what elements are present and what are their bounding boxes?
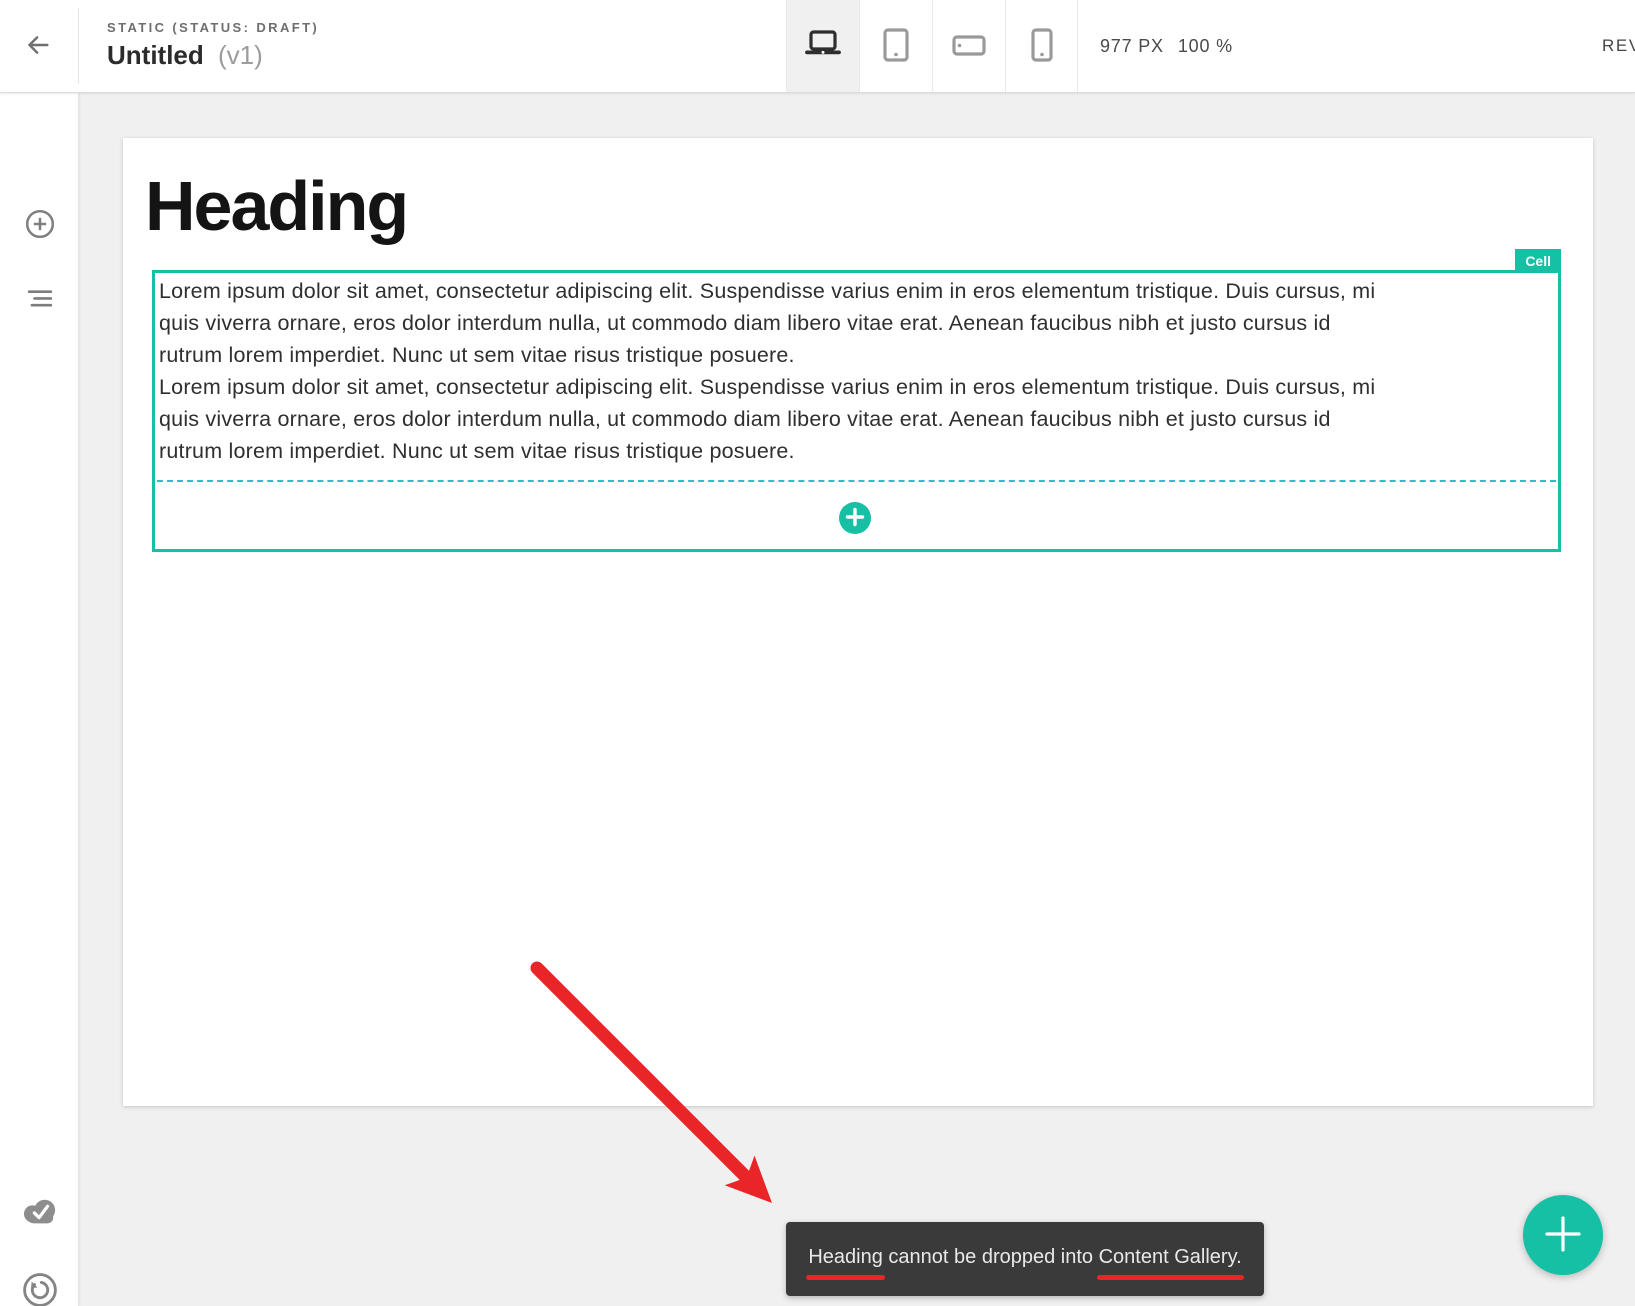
paragraph-line: Lorem ipsum dolor sit amet, consectetur … xyxy=(159,275,1554,307)
back-button[interactable] xyxy=(14,22,62,70)
cell-badge: Cell xyxy=(1515,249,1561,273)
plus-icon xyxy=(839,501,871,536)
page-canvas: Heading Cell Lorem ipsum dolor sit amet,… xyxy=(123,138,1593,1106)
review-button[interactable]: REVIEW xyxy=(1602,0,1635,92)
drop-error-snackbar: Heading cannot be dropped into Content G… xyxy=(786,1222,1264,1296)
viewport-zoom-info: 977 PX 100 % xyxy=(1100,0,1247,92)
tablet-portrait-icon xyxy=(876,25,916,68)
structure-lines-icon xyxy=(22,280,58,319)
undo-button[interactable] xyxy=(16,1267,64,1306)
device-phone-button[interactable] xyxy=(1005,0,1078,92)
topbar: STATIC (STATUS: DRAFT) Untitled (v1) xyxy=(0,0,1635,93)
add-circle-icon xyxy=(21,205,59,246)
document-info: STATIC (STATUS: DRAFT) Untitled (v1) xyxy=(107,20,319,71)
add-content-fab[interactable] xyxy=(1523,1195,1603,1275)
document-status-label: STATIC (STATUS: DRAFT) xyxy=(107,20,319,35)
zoom-level-value: 100 % xyxy=(1178,36,1233,57)
tablet-landscape-icon xyxy=(949,25,989,68)
device-tablet-landscape-button[interactable] xyxy=(932,0,1005,92)
document-version: (v1) xyxy=(218,40,263,70)
arrow-left-icon xyxy=(21,28,55,65)
paragraph-line: Lorem ipsum dolor sit amet, consectetur … xyxy=(159,371,1554,403)
cell-text-block[interactable]: Lorem ipsum dolor sit amet, consectetur … xyxy=(159,275,1554,467)
document-title-row: Untitled (v1) xyxy=(107,40,319,71)
paragraph-line: rutrum lorem imperdiet. Nunc ut sem vita… xyxy=(159,339,1554,371)
selected-cell[interactable]: Cell Lorem ipsum dolor sit amet, consect… xyxy=(152,270,1561,552)
sidebar xyxy=(0,92,79,1306)
paragraph-line: quis viverra ornare, eros dolor interdum… xyxy=(159,403,1554,435)
device-preview-bar xyxy=(786,0,1078,92)
device-desktop-button[interactable] xyxy=(786,0,859,92)
paragraph-line: rutrum lorem imperdiet. Nunc ut sem vita… xyxy=(159,435,1554,467)
document-title: Untitled xyxy=(107,40,204,70)
device-tablet-portrait-button[interactable] xyxy=(859,0,932,92)
cell-add-content-button[interactable] xyxy=(839,502,871,534)
laptop-icon xyxy=(803,25,843,68)
snackbar-gallery-term: Content Gallery. xyxy=(1099,1246,1242,1268)
heading-block[interactable]: Heading xyxy=(145,171,407,241)
structure-button[interactable] xyxy=(16,275,64,323)
page-builder-app: STATIC (STATUS: DRAFT) Untitled (v1) xyxy=(0,0,1635,1306)
cloud-saved-icon xyxy=(19,1195,61,1232)
topbar-divider xyxy=(78,8,79,84)
viewport-width-value: 977 PX xyxy=(1100,36,1164,57)
undo-icon xyxy=(18,1268,62,1306)
phone-portrait-icon xyxy=(1022,25,1062,68)
snackbar-heading-term: Heading xyxy=(808,1246,883,1268)
snackbar-message: cannot be dropped into xyxy=(883,1246,1099,1268)
add-block-button[interactable] xyxy=(16,201,64,249)
plus-icon xyxy=(1523,1194,1603,1277)
paragraph-line: quis viverra ornare, eros dolor interdum… xyxy=(159,307,1554,339)
drop-zone-divider xyxy=(157,480,1556,482)
autosave-status-button xyxy=(16,1189,64,1237)
